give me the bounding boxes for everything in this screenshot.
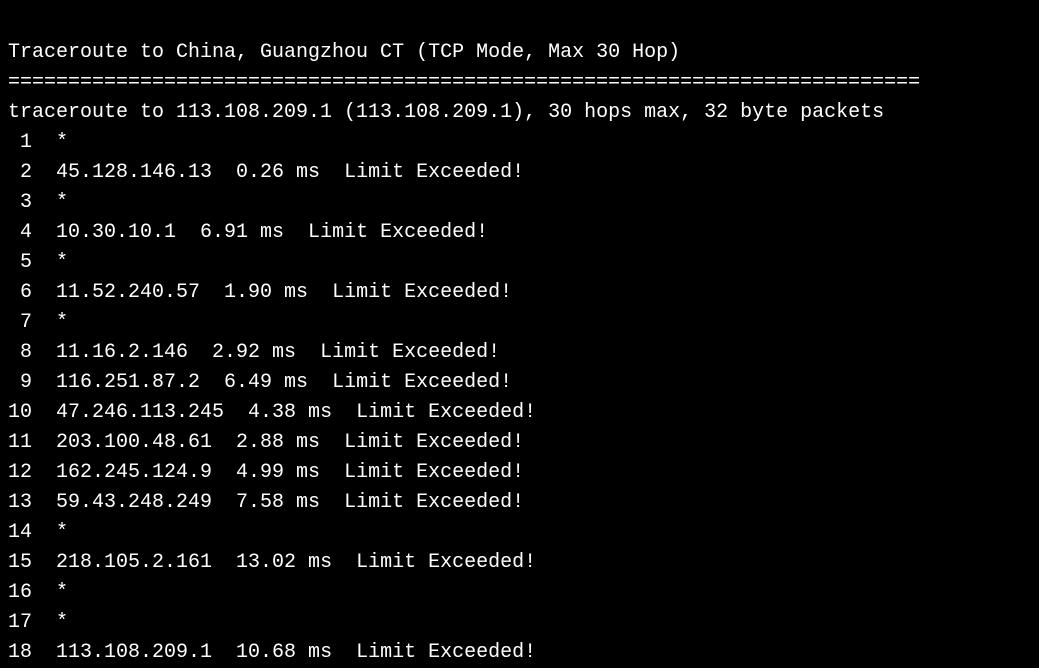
hop-row: 4 10.30.10.1 6.91 ms Limit Exceeded! — [8, 218, 1031, 248]
hop-number: 10 — [8, 401, 32, 424]
hop-details: * — [32, 251, 68, 274]
hop-number: 5 — [8, 251, 32, 274]
hop-row: 5 * — [8, 248, 1031, 278]
hop-details: * — [32, 311, 68, 334]
traceroute-title: Traceroute to China, Guangzhou CT (TCP M… — [8, 41, 680, 64]
hop-number: 6 — [8, 281, 32, 304]
hop-details: * — [32, 191, 68, 214]
hop-details: 116.251.87.2 6.49 ms Limit Exceeded! — [32, 371, 512, 394]
hop-number: 15 — [8, 551, 32, 574]
hop-number: 11 — [8, 431, 32, 454]
hop-details: * — [32, 611, 68, 634]
hop-number: 8 — [8, 341, 32, 364]
hop-row: 13 59.43.248.249 7.58 ms Limit Exceeded! — [8, 488, 1031, 518]
hop-row: 6 11.52.240.57 1.90 ms Limit Exceeded! — [8, 278, 1031, 308]
hop-details: * — [32, 581, 68, 604]
hop-row: 9 116.251.87.2 6.49 ms Limit Exceeded! — [8, 368, 1031, 398]
hop-row: 2 45.128.146.13 0.26 ms Limit Exceeded! — [8, 158, 1031, 188]
hop-number: 13 — [8, 491, 32, 514]
hop-details: 45.128.146.13 0.26 ms Limit Exceeded! — [32, 161, 524, 184]
hop-number: 3 — [8, 191, 32, 214]
traceroute-info: traceroute to 113.108.209.1 (113.108.209… — [8, 101, 884, 124]
hop-number: 17 — [8, 611, 32, 634]
hop-details: 11.52.240.57 1.90 ms Limit Exceeded! — [32, 281, 512, 304]
hop-row: 3 * — [8, 188, 1031, 218]
hop-row: 18 113.108.209.1 10.68 ms Limit Exceeded… — [8, 638, 1031, 668]
terminal-output: Traceroute to China, Guangzhou CT (TCP M… — [8, 8, 1031, 668]
hop-number: 9 — [8, 371, 32, 394]
hop-details: * — [32, 131, 68, 154]
divider-line: ========================================… — [8, 71, 920, 94]
hop-row: 7 * — [8, 308, 1031, 338]
hop-details: 203.100.48.61 2.88 ms Limit Exceeded! — [32, 431, 524, 454]
hop-row: 11 203.100.48.61 2.88 ms Limit Exceeded! — [8, 428, 1031, 458]
hop-number: 12 — [8, 461, 32, 484]
hop-details: 218.105.2.161 13.02 ms Limit Exceeded! — [32, 551, 536, 574]
hop-details: 162.245.124.9 4.99 ms Limit Exceeded! — [32, 461, 524, 484]
hop-number: 4 — [8, 221, 32, 244]
hop-details: 47.246.113.245 4.38 ms Limit Exceeded! — [32, 401, 536, 424]
hop-row: 16 * — [8, 578, 1031, 608]
hop-number: 16 — [8, 581, 32, 604]
hop-row: 12 162.245.124.9 4.99 ms Limit Exceeded! — [8, 458, 1031, 488]
hop-number: 1 — [8, 131, 32, 154]
hop-details: 59.43.248.249 7.58 ms Limit Exceeded! — [32, 491, 524, 514]
hop-number: 2 — [8, 161, 32, 184]
hop-details: 11.16.2.146 2.92 ms Limit Exceeded! — [32, 341, 500, 364]
hop-number: 14 — [8, 521, 32, 544]
hop-row: 14 * — [8, 518, 1031, 548]
hop-details: * — [32, 521, 68, 544]
hop-row: 15 218.105.2.161 13.02 ms Limit Exceeded… — [8, 548, 1031, 578]
hop-details: 10.30.10.1 6.91 ms Limit Exceeded! — [32, 221, 488, 244]
hop-details: 113.108.209.1 10.68 ms Limit Exceeded! — [32, 641, 536, 664]
hop-row: 17 * — [8, 608, 1031, 638]
hop-row: 8 11.16.2.146 2.92 ms Limit Exceeded! — [8, 338, 1031, 368]
hop-number: 18 — [8, 641, 32, 664]
hop-number: 7 — [8, 311, 32, 334]
hop-row: 1 * — [8, 128, 1031, 158]
hop-row: 10 47.246.113.245 4.38 ms Limit Exceeded… — [8, 398, 1031, 428]
